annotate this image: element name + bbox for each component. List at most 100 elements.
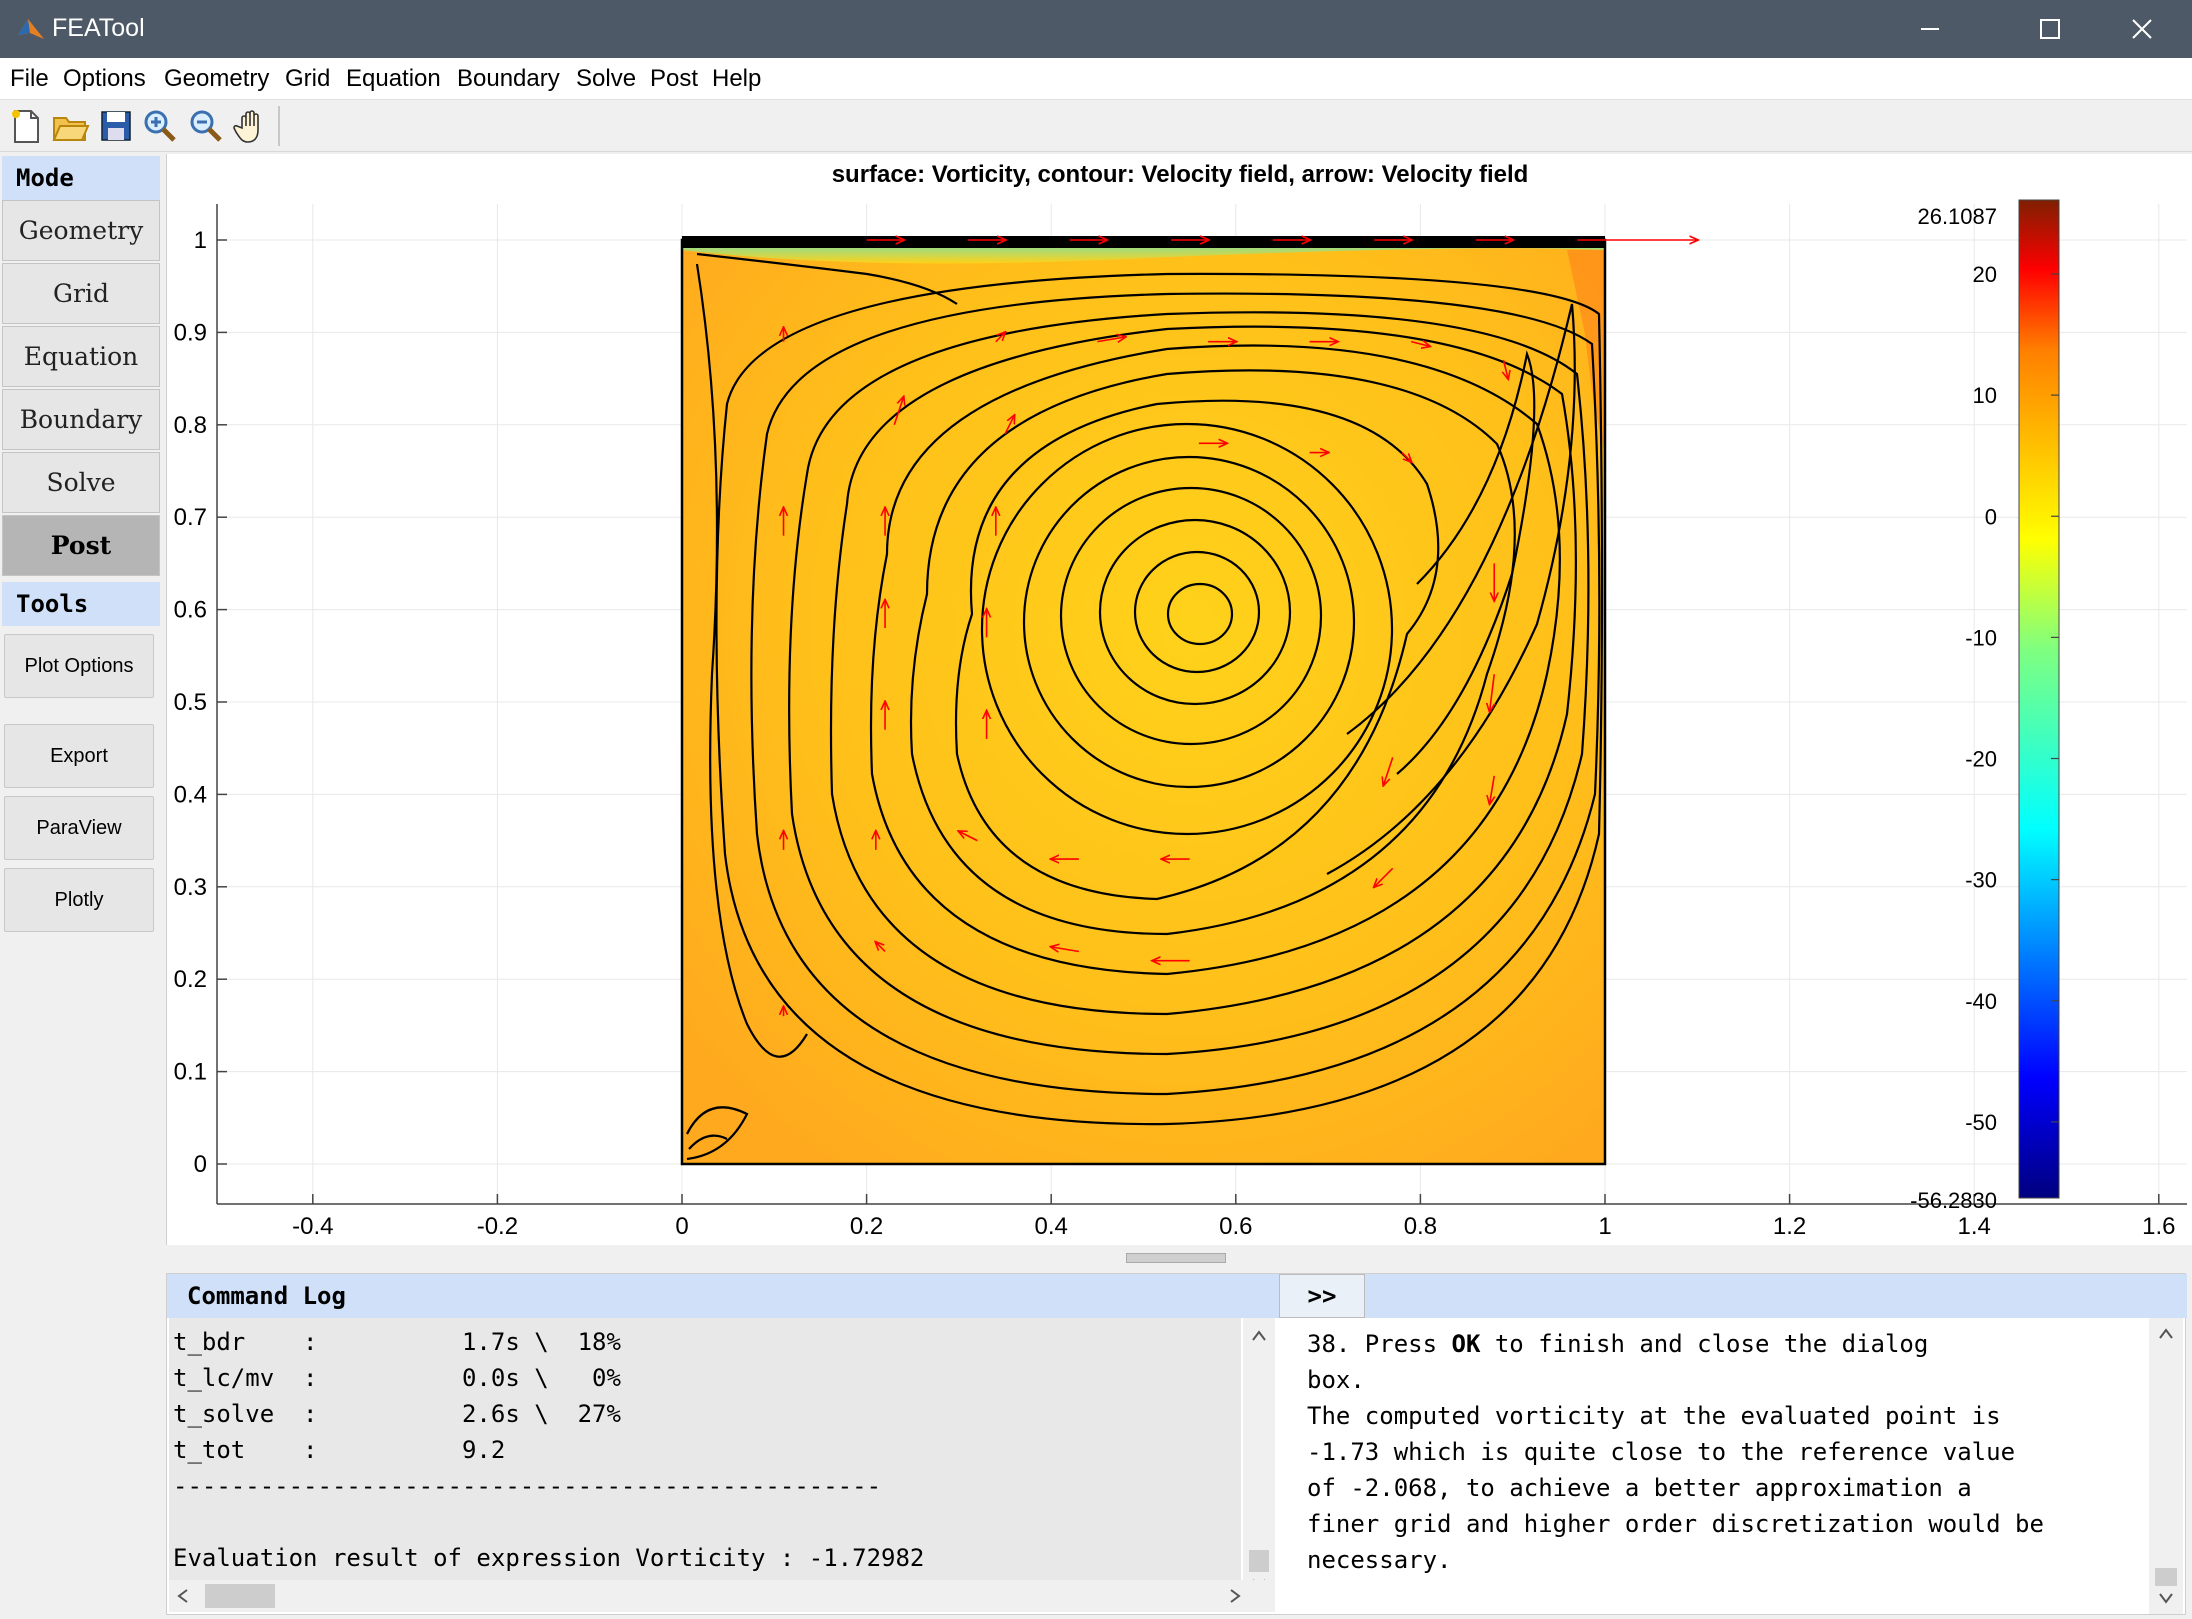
log-vertical-scrollbar[interactable] bbox=[1243, 1318, 1275, 1598]
window-title: FEATool bbox=[52, 14, 145, 42]
y-tick-label: 0.6 bbox=[174, 597, 207, 624]
y-tick-label: 0.9 bbox=[174, 319, 207, 346]
colorbar-tick-label: 0 bbox=[1985, 504, 1997, 529]
help-line: The computed vorticity at the evaluated … bbox=[1307, 1402, 2001, 1430]
x-tick-label: -0.4 bbox=[292, 1213, 333, 1240]
pan-hand-icon[interactable] bbox=[232, 106, 272, 146]
help-line: box. bbox=[1307, 1366, 1365, 1394]
toolbar bbox=[0, 100, 2192, 152]
colorbar-tick-label: -10 bbox=[1965, 625, 1997, 650]
menu-file[interactable]: File bbox=[10, 65, 49, 93]
paraview-button[interactable]: ParaView bbox=[4, 796, 154, 860]
command-log-header: Command Log bbox=[167, 1274, 1277, 1318]
mode-solve-button[interactable]: Solve bbox=[2, 452, 160, 513]
x-axis-ticks: -0.4 -0.2 0 0.2 0.4 0.6 0.8 1 1.2 1.4 1.6 bbox=[292, 1194, 2175, 1240]
x-tick-label: 0 bbox=[675, 1213, 688, 1240]
x-tick-label: 0.4 bbox=[1035, 1213, 1068, 1240]
x-tick-label: 0.2 bbox=[850, 1213, 883, 1240]
menu-grid[interactable]: Grid bbox=[285, 65, 330, 93]
y-tick-label: 0.7 bbox=[174, 504, 207, 531]
x-tick-label: 1.4 bbox=[1958, 1213, 1991, 1240]
minimize-icon[interactable] bbox=[1900, 8, 1960, 50]
log-hscroll-thumb[interactable] bbox=[205, 1584, 275, 1608]
mode-post-button[interactable]: Post bbox=[2, 515, 160, 576]
tools-header: Tools bbox=[2, 582, 160, 626]
y-tick-label: 0.4 bbox=[174, 781, 207, 808]
mode-equation-button[interactable]: Equation bbox=[2, 326, 160, 387]
y-tick-label: 0.3 bbox=[174, 874, 207, 901]
y-tick-label: 0.1 bbox=[174, 1059, 207, 1086]
log-line: t_solve : 2.6s \ 27% bbox=[173, 1400, 621, 1428]
colorbar-tick-label: -40 bbox=[1965, 989, 1997, 1014]
featool-logo-icon bbox=[18, 19, 44, 39]
help-vertical-scrollbar[interactable] bbox=[2149, 1318, 2183, 1614]
menu-boundary[interactable]: Boundary bbox=[457, 65, 560, 93]
x-tick-label: 0.8 bbox=[1404, 1213, 1437, 1240]
menu-help[interactable]: Help bbox=[712, 65, 761, 93]
y-axis-ticks: 0 0.1 0.2 0.3 0.4 0.5 0.6 0.7 0.8 0.9 1 bbox=[174, 227, 227, 1178]
plotly-button[interactable]: Plotly bbox=[4, 868, 154, 932]
log-line: t_tot : 9.2 bbox=[173, 1436, 506, 1464]
log-line: Evaluation result of expression Vorticit… bbox=[173, 1544, 925, 1572]
help-text[interactable]: 38. Press OK to finish and close the dia… bbox=[1279, 1318, 2147, 1610]
menu-options[interactable]: Options bbox=[63, 65, 146, 93]
plot-options-button[interactable]: Plot Options bbox=[4, 634, 154, 698]
close-icon[interactable] bbox=[2112, 8, 2172, 50]
x-tick-label: -0.2 bbox=[477, 1213, 518, 1240]
zoom-out-icon[interactable] bbox=[186, 106, 226, 146]
help-header: >> bbox=[1277, 1274, 2187, 1318]
y-tick-label: 0 bbox=[194, 1151, 207, 1178]
panel-splitter[interactable] bbox=[166, 1245, 2186, 1273]
log-horizontal-scrollbar[interactable] bbox=[169, 1580, 1275, 1612]
help-line: necessary. bbox=[1307, 1546, 1452, 1574]
log-line: ----------------------------------------… bbox=[173, 1472, 882, 1500]
y-tick-label: 1 bbox=[194, 227, 207, 254]
mode-geometry-button[interactable]: Geometry bbox=[2, 200, 160, 261]
colorbar-tick-label: -30 bbox=[1965, 868, 1997, 893]
export-button[interactable]: Export bbox=[4, 724, 154, 788]
help-toggle-button[interactable]: >> bbox=[1279, 1274, 1365, 1318]
log-line: t_bdr : 1.7s \ 18% bbox=[173, 1328, 621, 1356]
zoom-in-icon[interactable] bbox=[140, 106, 180, 146]
colorbar-tick-label: 10 bbox=[1973, 383, 1997, 408]
mode-boundary-button[interactable]: Boundary bbox=[2, 389, 160, 450]
new-file-icon[interactable] bbox=[6, 106, 46, 146]
help-line: finer grid and higher order discretizati… bbox=[1307, 1510, 2044, 1538]
title-bar: FEATool bbox=[0, 0, 2192, 58]
y-tick-label: 0.5 bbox=[174, 689, 207, 716]
x-tick-label: 1.2 bbox=[1773, 1213, 1806, 1240]
x-tick-label: 1 bbox=[1598, 1213, 1611, 1240]
menu-geometry[interactable]: Geometry bbox=[164, 65, 269, 93]
open-folder-icon[interactable] bbox=[50, 106, 90, 146]
mode-header: Mode bbox=[2, 156, 160, 200]
log-panel: Command Log >> t_bdr : 1.7s \ 18% t_lc/m… bbox=[166, 1273, 2187, 1615]
x-tick-label: 1.6 bbox=[2142, 1213, 2175, 1240]
plot-panel[interactable]: surface: Vorticity, contour: Velocity fi… bbox=[166, 154, 2192, 1245]
lid-boundary bbox=[682, 236, 1605, 248]
menu-post[interactable]: Post bbox=[650, 65, 698, 93]
command-log-text[interactable]: t_bdr : 1.7s \ 18% t_lc/mv : 0.0s \ 0% t… bbox=[169, 1318, 1241, 1598]
colorbar-tick-label: -20 bbox=[1965, 747, 1997, 772]
save-icon[interactable] bbox=[96, 106, 136, 146]
maximize-icon[interactable] bbox=[2020, 8, 2080, 50]
colorbar-tick-label: 20 bbox=[1973, 262, 1997, 287]
sidebar: Mode Geometry Grid Equation Boundary Sol… bbox=[0, 154, 162, 1615]
menu-solve[interactable]: Solve bbox=[576, 65, 636, 93]
colorbar-max-label: 26.1087 bbox=[1917, 204, 1997, 229]
y-tick-label: 0.2 bbox=[174, 966, 207, 993]
plot-canvas[interactable]: surface: Vorticity, contour: Velocity fi… bbox=[167, 154, 2192, 1245]
menu-equation[interactable]: Equation bbox=[346, 65, 441, 93]
help-line: of -2.068, to achieve a better approxima… bbox=[1307, 1474, 1972, 1502]
x-tick-label: 0.6 bbox=[1219, 1213, 1252, 1240]
help-line: -1.73 which is quite close to the refere… bbox=[1307, 1438, 2016, 1466]
colorbar bbox=[2018, 199, 2060, 1199]
menu-bar: File Options Geometry Grid Equation Boun… bbox=[0, 58, 2192, 100]
plot-title: surface: Vorticity, contour: Velocity fi… bbox=[832, 161, 1529, 188]
y-tick-label: 0.8 bbox=[174, 412, 207, 439]
colorbar-min-label: -56.2830 bbox=[1910, 1188, 1997, 1213]
splitter-handle[interactable] bbox=[1126, 1253, 1226, 1263]
colorbar-tick-label: -50 bbox=[1965, 1110, 1997, 1135]
mode-grid-button[interactable]: Grid bbox=[2, 263, 160, 324]
help-line: 38. Press OK to finish and close the dia… bbox=[1307, 1330, 1929, 1358]
